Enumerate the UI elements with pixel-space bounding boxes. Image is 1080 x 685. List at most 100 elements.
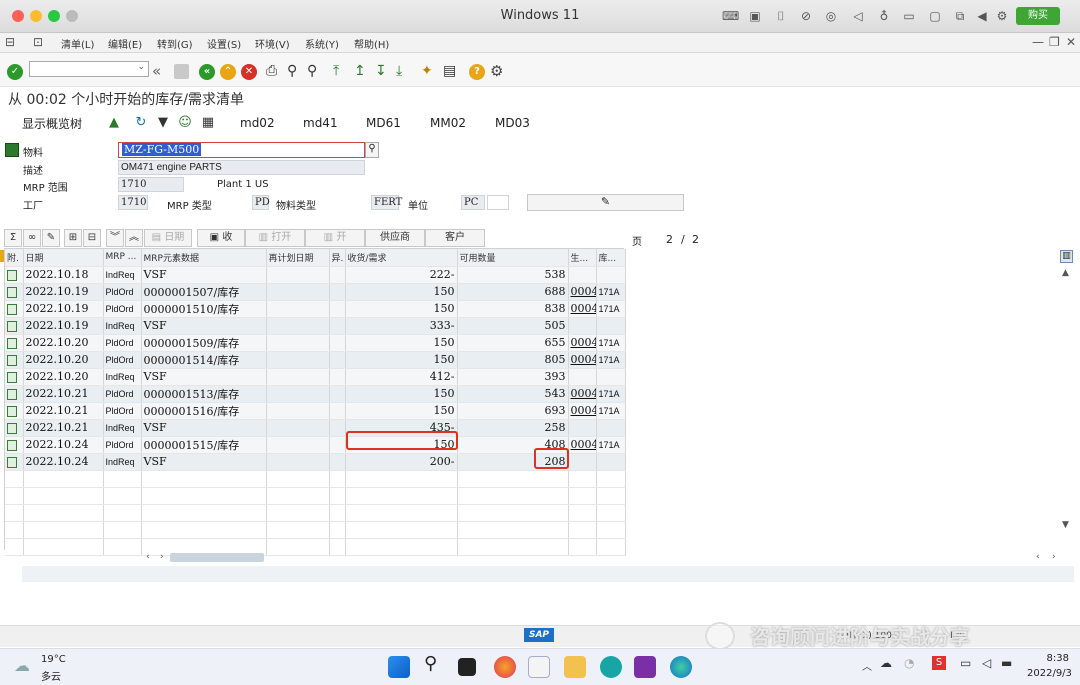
row-doc-icon[interactable] bbox=[5, 266, 24, 284]
cell-receipt-requirement[interactable]: 150 bbox=[345, 334, 458, 352]
filter-icon[interactable]: ▼ bbox=[155, 115, 171, 131]
cell-mrp-element[interactable]: IndReq bbox=[103, 453, 142, 471]
show-overview-tree-button[interactable]: 显示概览树 bbox=[22, 115, 82, 132]
row-doc-icon[interactable] bbox=[5, 317, 24, 335]
edge-icon[interactable] bbox=[670, 656, 692, 678]
customer-button[interactable]: 客户 bbox=[425, 229, 485, 247]
date-button[interactable]: ▤ 日期 bbox=[144, 229, 192, 247]
cell-available-qty[interactable]: 838 bbox=[457, 300, 569, 318]
tab-md61[interactable]: MD61 bbox=[366, 116, 401, 130]
drive-icon[interactable]: ▭ bbox=[901, 9, 917, 23]
row-doc-icon[interactable] bbox=[5, 385, 24, 403]
column-header-storage[interactable]: 库... bbox=[596, 249, 626, 267]
horizontal-scrollbar-thumb[interactable] bbox=[170, 553, 264, 562]
cell-mrp-element[interactable]: PldOrd bbox=[103, 283, 142, 301]
sap-menu-icon[interactable]: ⊟ bbox=[5, 35, 15, 49]
cell-date[interactable]: 2022.10.20 bbox=[23, 334, 104, 352]
layout-tree2-icon[interactable]: ⊟ bbox=[83, 229, 101, 247]
cell-mrp-element[interactable]: IndReq bbox=[103, 317, 142, 335]
cell-exception[interactable] bbox=[329, 385, 346, 403]
find-icon[interactable]: ⚲ bbox=[287, 63, 297, 79]
material-icon[interactable] bbox=[5, 143, 19, 157]
back-icon[interactable]: « bbox=[199, 64, 215, 80]
vendor-button[interactable]: 供应商 bbox=[365, 229, 425, 247]
cell-production-version[interactable] bbox=[568, 419, 597, 437]
file-explorer-icon[interactable] bbox=[564, 656, 586, 678]
cell-reschedule-date[interactable] bbox=[266, 368, 330, 386]
battery-icon[interactable]: ▬ bbox=[1001, 656, 1012, 670]
menu-edit[interactable]: 编辑(E) bbox=[108, 36, 142, 51]
cell-mrp-element[interactable]: PldOrd bbox=[103, 334, 142, 352]
cell-storage-location[interactable]: 171A bbox=[596, 402, 626, 420]
cell-receipt-requirement[interactable]: 333- bbox=[345, 317, 458, 335]
enter-check-icon[interactable]: ✓ bbox=[7, 64, 23, 80]
settings-gear-icon[interactable]: ⚙ bbox=[994, 9, 1010, 23]
tab-mm02[interactable]: MM02 bbox=[430, 116, 466, 130]
cell-production-version[interactable]: 0004 bbox=[568, 402, 597, 420]
cell-mrp-element-data[interactable]: VSF bbox=[141, 368, 267, 386]
cancel-icon[interactable]: ✕ bbox=[241, 64, 257, 80]
cell-mrp-element[interactable]: PldOrd bbox=[103, 402, 142, 420]
volume-icon[interactable]: ◁ bbox=[982, 656, 991, 670]
menu-help[interactable]: 帮助(H) bbox=[354, 36, 389, 51]
scroll-right-right-icon[interactable]: › bbox=[1052, 552, 1056, 562]
cell-reschedule-date[interactable] bbox=[266, 402, 330, 420]
cell-storage-location[interactable]: 171A bbox=[596, 334, 626, 352]
arrow-left-icon[interactable]: ◀ bbox=[974, 9, 990, 23]
shortcut-icon[interactable]: ▤ bbox=[443, 63, 456, 79]
row-doc-icon[interactable] bbox=[5, 283, 24, 301]
cell-storage-location[interactable] bbox=[596, 453, 626, 471]
exit-icon[interactable]: ⌃ bbox=[220, 64, 236, 80]
cell-receipt-requirement[interactable]: 150 bbox=[345, 385, 458, 403]
scroll-left-icon[interactable]: ‹ bbox=[146, 552, 150, 562]
collapse-double-left-icon[interactable]: « bbox=[152, 62, 161, 80]
new-session-icon[interactable]: ✦ bbox=[421, 63, 433, 79]
speaker-icon[interactable]: ◁ bbox=[850, 9, 866, 23]
cell-date[interactable]: 2022.10.19 bbox=[23, 300, 104, 318]
cell-date[interactable]: 2022.10.20 bbox=[23, 351, 104, 369]
cell-reschedule-date[interactable] bbox=[266, 266, 330, 284]
menu-environment[interactable]: 环境(V) bbox=[255, 36, 290, 51]
cell-exception[interactable] bbox=[329, 453, 346, 471]
cell-receipt-requirement[interactable]: 412- bbox=[345, 368, 458, 386]
cpu-icon[interactable]: ▣ bbox=[747, 9, 763, 23]
table-row[interactable]: 2022.10.24 PldOrd 0000001515/库存 150 408 0004 1… bbox=[5, 436, 626, 454]
table-row[interactable]: 2022.10.20 PldOrd 0000001514/库存 150 805 0004 1… bbox=[5, 351, 626, 369]
cell-production-version[interactable] bbox=[568, 266, 597, 284]
open-button[interactable]: ▥ 打开 bbox=[245, 229, 305, 247]
row-doc-icon[interactable] bbox=[5, 453, 24, 471]
cell-receipt-requirement[interactable]: 150 bbox=[345, 300, 458, 318]
cell-reschedule-date[interactable] bbox=[266, 419, 330, 437]
cell-mrp-element-data[interactable]: 0000001510/库存 bbox=[141, 300, 267, 318]
cell-exception[interactable] bbox=[329, 266, 346, 284]
search-help-icon[interactable]: ⚲ bbox=[365, 142, 379, 158]
keyboard-icon[interactable]: ⌨ bbox=[722, 9, 739, 23]
cell-date[interactable]: 2022.10.24 bbox=[23, 453, 104, 471]
document-icon[interactable]: ▦ bbox=[200, 115, 216, 131]
row-doc-icon[interactable] bbox=[5, 402, 24, 420]
cell-production-version[interactable] bbox=[568, 453, 597, 471]
cell-mrp-element-data[interactable]: VSF bbox=[141, 453, 267, 471]
column-header-exception[interactable]: 异. bbox=[329, 249, 346, 267]
cell-production-version[interactable]: 0004 bbox=[568, 283, 597, 301]
cell-reschedule-date[interactable] bbox=[266, 334, 330, 352]
ime-icon[interactable]: S bbox=[932, 656, 946, 670]
monitor-icon[interactable]: ▭ bbox=[960, 656, 971, 670]
chart-icon[interactable]: ▲ bbox=[106, 115, 122, 131]
command-field[interactable]: ⌄ bbox=[29, 61, 149, 77]
cell-mrp-element[interactable]: IndReq bbox=[103, 368, 142, 386]
cell-storage-location[interactable]: 171A bbox=[596, 283, 626, 301]
cell-available-qty[interactable]: 688 bbox=[457, 283, 569, 301]
pencil-icon[interactable]: ✎ bbox=[42, 229, 60, 247]
cell-receipt-requirement[interactable]: 222- bbox=[345, 266, 458, 284]
weather-cloud-icon[interactable]: ☁ bbox=[14, 656, 30, 675]
sap-app-icon[interactable] bbox=[528, 656, 550, 678]
chevron-down-icon[interactable]: ⌄ bbox=[137, 62, 145, 72]
table-row[interactable]: 2022.10.21 PldOrd 0000001513/库存 150 543 0004 1… bbox=[5, 385, 626, 403]
onedrive-icon[interactable]: ☁ bbox=[880, 656, 892, 670]
previous-page-icon[interactable]: ↥ bbox=[354, 63, 366, 79]
scroll-down-icon[interactable]: ▼ bbox=[1062, 520, 1069, 530]
save-icon[interactable] bbox=[174, 64, 189, 79]
cell-production-version[interactable]: 0004 bbox=[568, 351, 597, 369]
cell-mrp-element[interactable]: IndReq bbox=[103, 419, 142, 437]
